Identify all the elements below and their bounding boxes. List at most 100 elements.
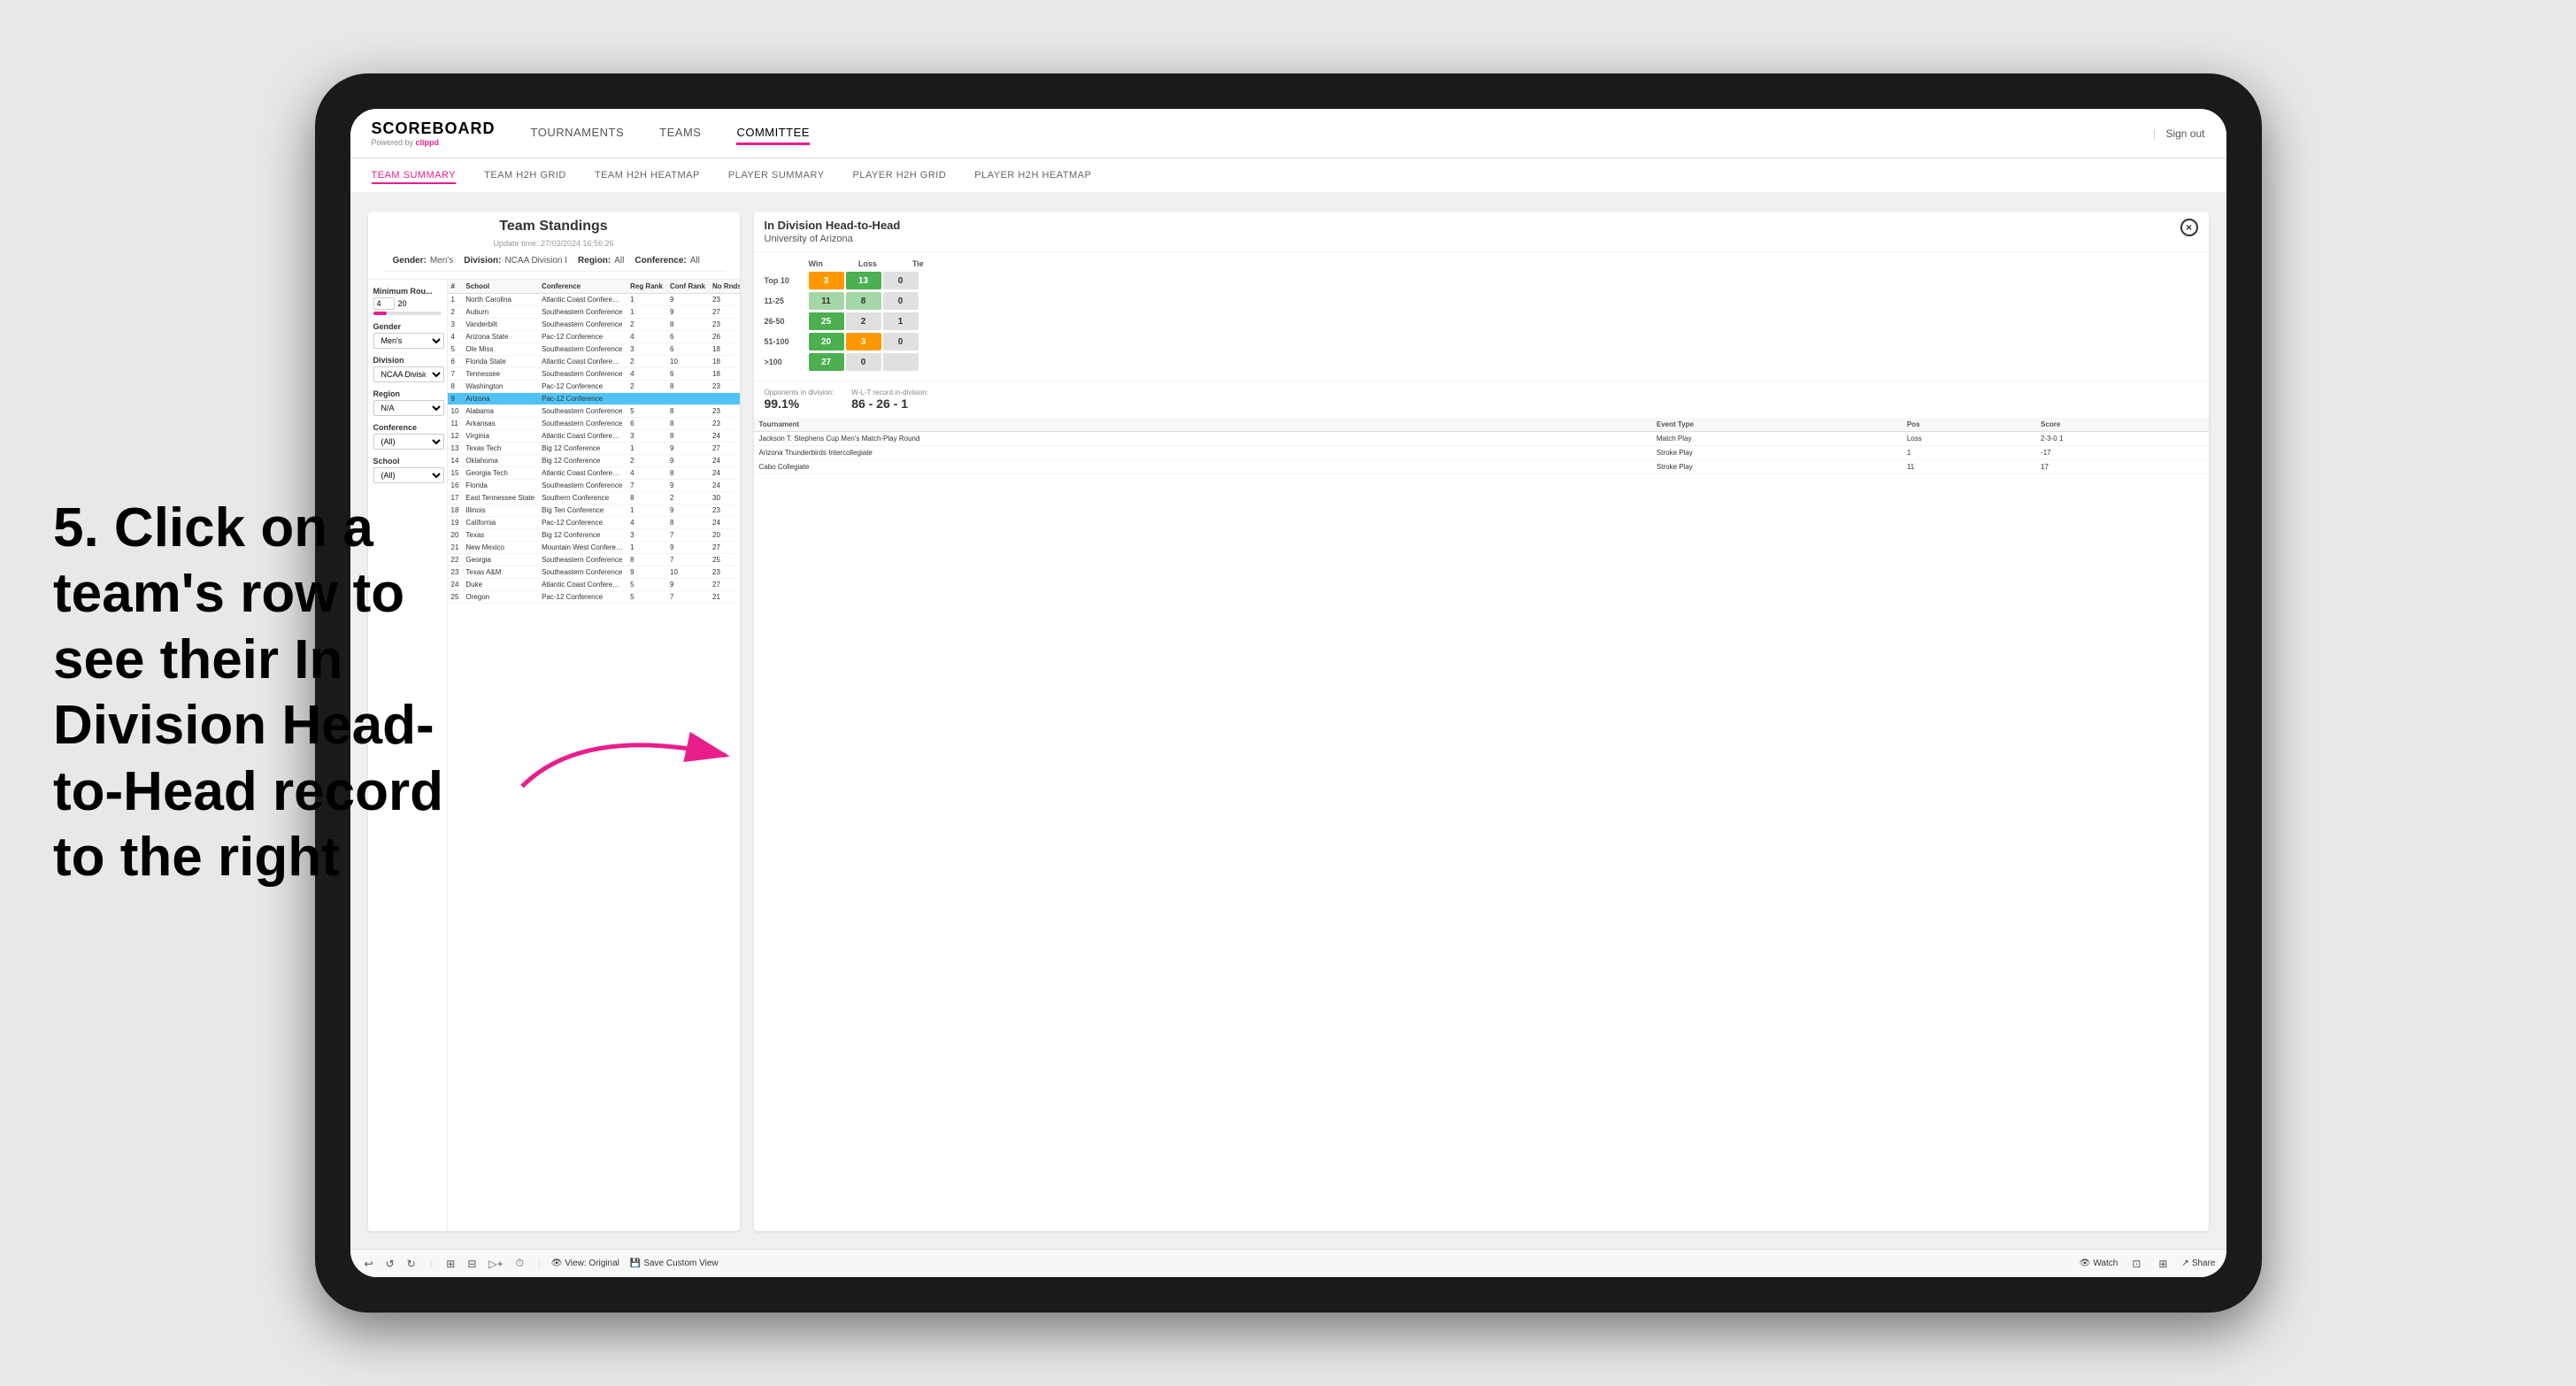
rounds-cell: 27 [709, 443, 740, 455]
school-cell: Ole Miss [462, 343, 538, 356]
col-score: Score [2035, 418, 2208, 432]
conference-select[interactable]: (All) [373, 434, 444, 450]
tool-btn-4[interactable]: ⏱ [512, 1255, 527, 1272]
tournament-tbody: Jackson T. Stephens Cup Men's Match-Play… [754, 432, 2209, 474]
gender-filter-label: Gender [373, 322, 442, 331]
sign-out[interactable]: | Sign out [2153, 127, 2205, 140]
tool-btn-3[interactable]: ▷+ [485, 1256, 506, 1272]
school-cell: Arizona [462, 393, 538, 405]
conference-cell: Southeastern Conference [538, 566, 627, 579]
tournament-row[interactable]: Arizona Thunderbirds Intercollegiate Str… [754, 446, 2209, 460]
nav-teams[interactable]: TEAMS [659, 122, 701, 145]
sub-nav-team-h2h-heatmap[interactable]: TEAM H2H HEATMAP [595, 166, 700, 184]
division-select[interactable]: NCAA Division I [373, 366, 444, 382]
redo-button-1[interactable]: ↺ [382, 1256, 398, 1272]
table-row[interactable]: 4 Arizona State Pac-12 Conference 4 6 26… [448, 331, 740, 343]
school-cell: Washington [462, 381, 538, 393]
h2h-loss-cell: 3 [846, 333, 881, 350]
table-row[interactable]: 8 Washington Pac-12 Conference 2 8 23 1 [448, 381, 740, 393]
sub-nav-team-h2h-grid[interactable]: TEAM H2H GRID [484, 166, 566, 184]
table-row[interactable]: 13 Texas Tech Big 12 Conference 1 9 27 2 [448, 443, 740, 455]
conference-cell: Southern Conference [538, 492, 627, 504]
rounds-cell: 23 [709, 381, 740, 393]
sub-nav-team-summary[interactable]: TEAM SUMMARY [372, 166, 457, 184]
reg-rank-cell: 1 [627, 306, 666, 319]
logo-subtitle: Powered by clippd [372, 138, 496, 147]
sub-nav-player-h2h-heatmap[interactable]: PLAYER H2H HEATMAP [974, 166, 1091, 184]
table-row[interactable]: 7 Tennessee Southeastern Conference 4 6 … [448, 368, 740, 381]
conf-rank-cell: 7 [666, 554, 709, 566]
rounds-cell: 24 [709, 480, 740, 492]
conference-cell: Big 12 Conference [538, 455, 627, 467]
undo-button[interactable]: ↩ [361, 1256, 377, 1272]
watch-button[interactable]: 👁 Watch [2080, 1259, 2118, 1268]
conference-cell: Pac-12 Conference [538, 591, 627, 604]
table-row[interactable]: 6 Florida State Atlantic Coast Conferenc… [448, 356, 740, 368]
toolbar-history-group: ↩ ↺ ↻ [361, 1256, 419, 1272]
conf-rank-cell: 9 [666, 579, 709, 591]
reg-rank-cell: 4 [627, 331, 666, 343]
share-button[interactable]: ↗ Share [2181, 1259, 2215, 1268]
min-rounds-input[interactable] [373, 297, 395, 310]
toolbar-icon-2[interactable]: ⊞ [2155, 1256, 2171, 1272]
table-row[interactable]: 12 Virginia Atlantic Coast Conference 3 … [448, 430, 740, 443]
top-nav: SCOREBOARD Powered by clippd TOURNAMENTS… [350, 109, 2226, 158]
h2h-label: 11-25 [765, 296, 809, 305]
rounds-cell: 23 [709, 405, 740, 418]
conf-rank-cell: 9 [666, 443, 709, 455]
school-cell: Vanderbilt [462, 319, 538, 331]
opponents-label: Opponents in division: [765, 389, 834, 397]
nav-committee[interactable]: COMMITTEE [736, 122, 810, 145]
rank-cell: 9 [448, 393, 463, 405]
rounds-cell: 27 [709, 306, 740, 319]
opponents-value: 99.1% [765, 397, 834, 411]
h2h-row: 51-100 20 3 0 [765, 333, 2198, 350]
tournament-name-cell: Jackson T. Stephens Cup Men's Match-Play… [754, 432, 1651, 446]
table-row[interactable]: 2 Auburn Southeastern Conference 1 9 27 … [448, 306, 740, 319]
region-filter-label: Region [373, 389, 442, 398]
table-row[interactable]: 1 North Carolina Atlantic Coast Conferen… [448, 294, 740, 306]
table-row[interactable]: 14 Oklahoma Big 12 Conference 2 9 24 2 [448, 455, 740, 467]
col-conference: Conference [538, 280, 627, 294]
min-rounds-filter: Minimum Rou... 20 [373, 287, 442, 315]
table-row[interactable]: 16 Florida Southeastern Conference 7 9 2… [448, 480, 740, 492]
event-type-cell: Stroke Play [1651, 446, 1902, 460]
table-row[interactable]: 15 Georgia Tech Atlantic Coast Conferenc… [448, 467, 740, 480]
reg-rank-cell: 6 [627, 418, 666, 430]
conf-rank-cell: 9 [666, 480, 709, 492]
toolbar-icon-1[interactable]: ⊡ [2128, 1256, 2144, 1272]
h2h-win-cell: 11 [809, 292, 844, 310]
table-row[interactable]: 5 Ole Miss Southeastern Conference 3 6 1… [448, 343, 740, 356]
conf-rank-cell: 8 [666, 319, 709, 331]
rounds-cell: 24 [709, 455, 740, 467]
conference-cell: Atlantic Coast Conference [538, 467, 627, 480]
nav-tournaments[interactable]: TOURNAMENTS [531, 122, 625, 145]
table-row[interactable]: 10 Alabama Southeastern Conference 5 8 2… [448, 405, 740, 418]
conf-rank-cell: 2 [666, 492, 709, 504]
table-row[interactable]: 3 Vanderbilt Southeastern Conference 2 8… [448, 319, 740, 331]
view-original-button[interactable]: 👁 View: Original [551, 1259, 619, 1268]
rounds-cell: 18 [709, 368, 740, 381]
sub-nav-player-h2h-grid[interactable]: PLAYER H2H GRID [853, 166, 947, 184]
reg-rank-cell: 3 [627, 430, 666, 443]
region-select[interactable]: N/A [373, 400, 444, 416]
table-row[interactable]: 9 Arizona Pac-12 Conference [448, 393, 740, 405]
tool-btn-2[interactable]: ⊟ [464, 1256, 480, 1272]
conf-rank-cell: 10 [666, 566, 709, 579]
score-cell: 2-3-0 1 [2035, 432, 2208, 446]
save-custom-view-button[interactable]: 💾 Save Custom View [630, 1259, 719, 1268]
table-row[interactable]: 11 Arkansas Southeastern Conference 6 8 … [448, 418, 740, 430]
close-button[interactable]: × [2180, 219, 2198, 236]
h2h-tie-cell: 0 [883, 333, 919, 350]
tournament-row[interactable]: Jackson T. Stephens Cup Men's Match-Play… [754, 432, 2209, 446]
redo-button-2[interactable]: ↻ [404, 1256, 419, 1272]
tournament-row[interactable]: Cabo Collegiate Stroke Play 11 17 [754, 460, 2209, 474]
school-select[interactable]: (All) [373, 467, 444, 483]
reg-rank-cell: 2 [627, 455, 666, 467]
share-icon: ↗ [2181, 1259, 2188, 1268]
sign-out-label[interactable]: Sign out [2165, 127, 2204, 140]
tool-btn-1[interactable]: ⊞ [442, 1256, 458, 1272]
conf-rank-cell: 8 [666, 430, 709, 443]
sub-nav-player-summary[interactable]: PLAYER SUMMARY [728, 166, 825, 184]
gender-select[interactable]: Men's [373, 333, 444, 349]
